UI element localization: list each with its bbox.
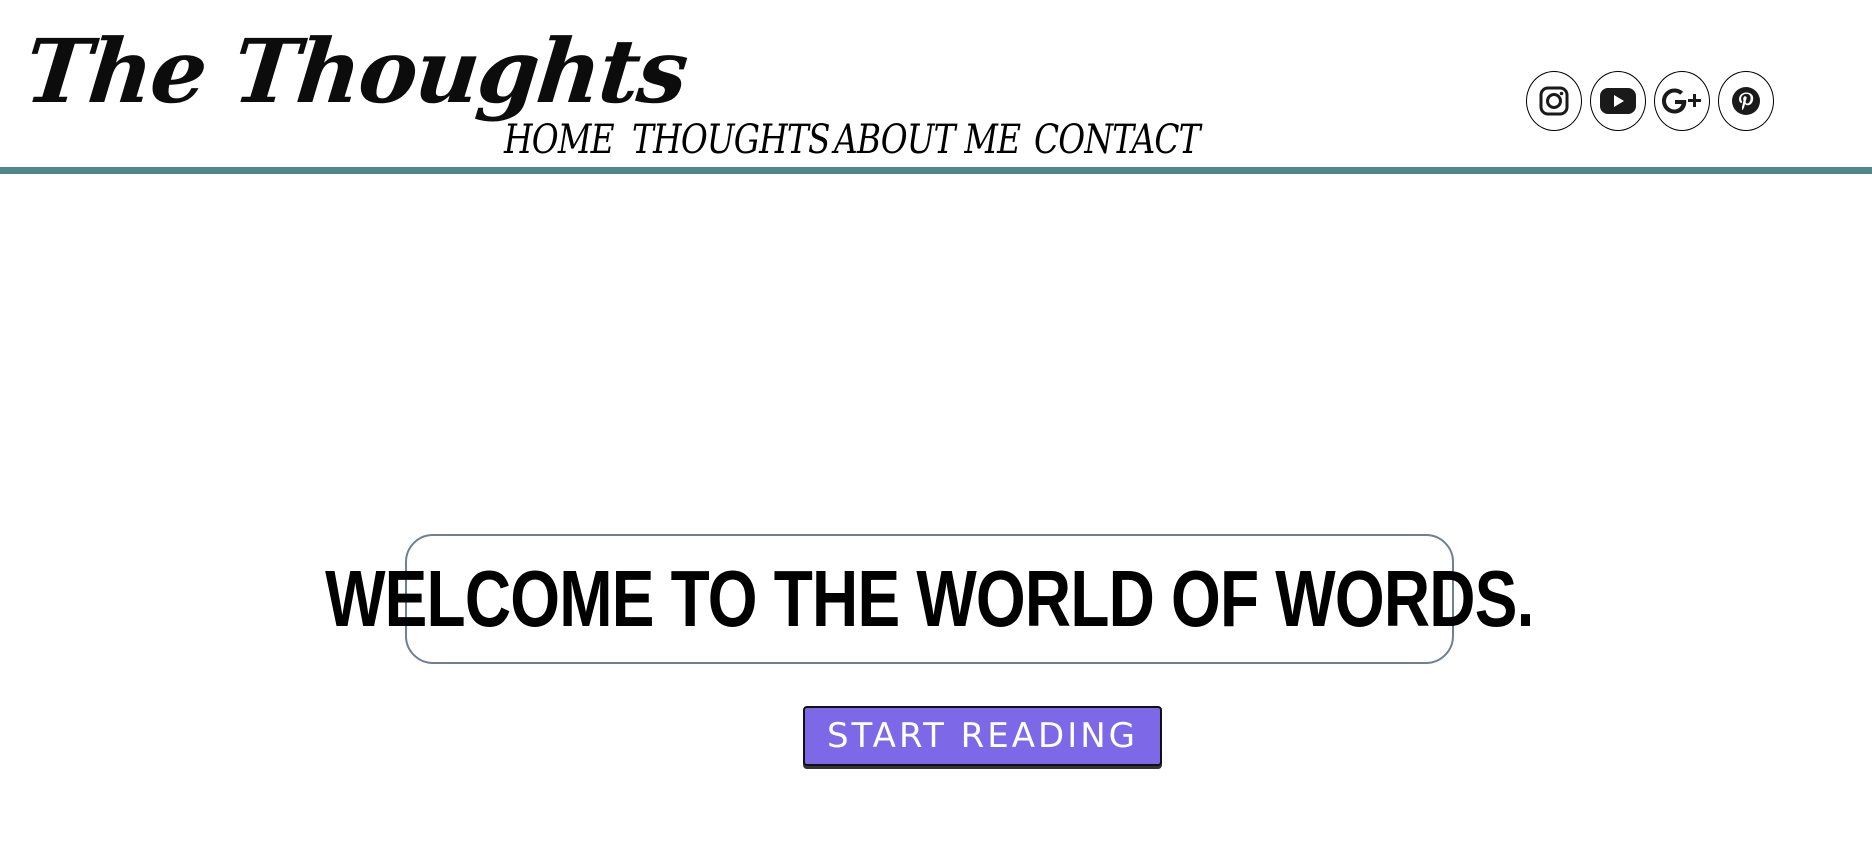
page: The Thoughts HOME THOUGHTS ABOUT ME CONT… [0, 0, 1872, 860]
nav-about-me-link[interactable]: ABOUT ME [834, 116, 1021, 164]
start-reading-button[interactable]: START READING [803, 706, 1162, 766]
hero-banner: WELCOME TO THE WORLD OF WORDS. [325, 534, 1535, 664]
pinterest-icon [1732, 87, 1760, 115]
header-divider [0, 167, 1872, 174]
youtube-link[interactable] [1590, 71, 1646, 131]
main-nav: HOME THOUGHTS ABOUT ME CONTACT [504, 116, 1201, 164]
instagram-link[interactable] [1526, 71, 1582, 131]
nav-thoughts-link[interactable]: THOUGHTS [632, 116, 830, 164]
social-links [1526, 71, 1774, 131]
nav-home-link[interactable]: HOME [504, 116, 615, 164]
nav-contact-link[interactable]: CONTACT [1034, 116, 1201, 164]
google-plus-link[interactable] [1654, 71, 1710, 131]
instagram-icon [1539, 86, 1569, 116]
hero-title: WELCOME TO THE WORLD OF WORDS. [325, 554, 1534, 643]
google-plus-icon [1662, 88, 1701, 114]
pinterest-link[interactable] [1718, 71, 1774, 131]
site-header: The Thoughts HOME THOUGHTS ABOUT ME CONT… [0, 0, 1872, 168]
youtube-icon [1600, 88, 1636, 114]
site-logo[interactable]: The Thoughts [20, 16, 691, 126]
